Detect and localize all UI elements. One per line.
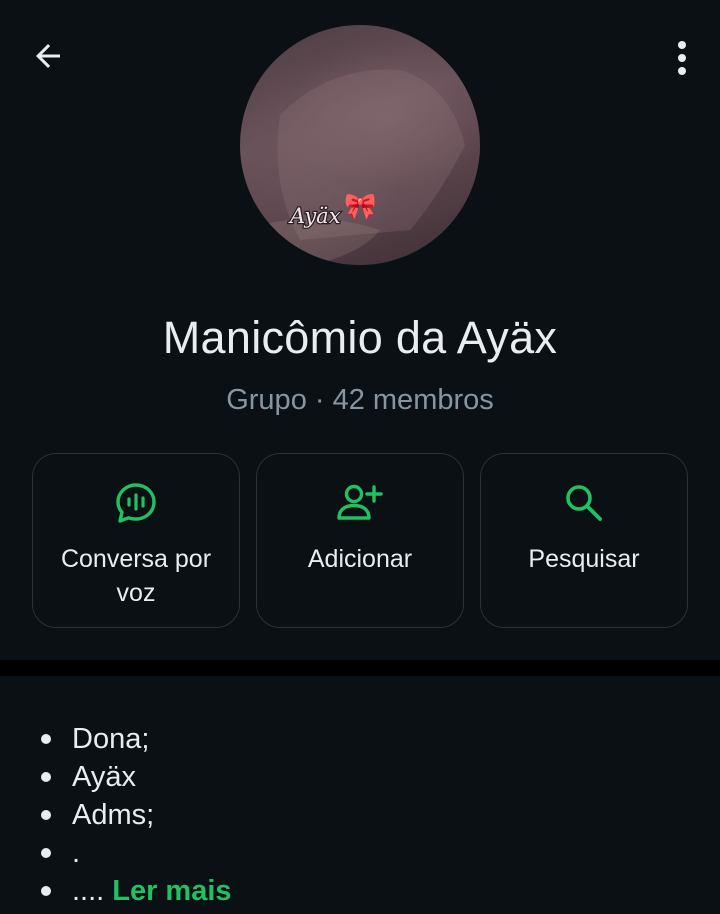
description-line: . (34, 834, 694, 872)
description-text: Dona; (72, 722, 150, 755)
add-participant-button[interactable]: Adicionar (256, 453, 464, 628)
voice-chat-icon (116, 483, 156, 523)
search-button[interactable]: Pesquisar (480, 453, 688, 628)
group-avatar[interactable]: Ayäx 🎀 (240, 25, 480, 265)
description-line: Ayäx (34, 758, 694, 796)
bullet-icon (41, 810, 51, 820)
description-line: Dona; (34, 720, 694, 758)
search-label: Pesquisar (528, 545, 640, 573)
back-button[interactable] (22, 30, 74, 82)
avatar-overlay-text: Ayäx (288, 204, 341, 228)
more-vertical-icon (678, 41, 686, 75)
action-buttons: Conversa por voz Adicionar Pesquisar (32, 453, 688, 628)
group-description[interactable]: Dona; Ayäx Adms; . .... Ler mais (34, 720, 694, 910)
bullet-icon (41, 734, 51, 744)
group-info-screen: Ayäx 🎀 Manicômio da Ayäx Grupo · 42 memb… (0, 0, 720, 914)
description-line: Adms; (34, 796, 694, 834)
avatar-image: Ayäx 🎀 (260, 69, 465, 265)
bullet-icon (41, 886, 51, 896)
bullet-icon (41, 772, 51, 782)
voice-chat-button[interactable]: Conversa por voz (32, 453, 240, 628)
description-text: Adms; (72, 798, 155, 831)
group-name: Manicômio da Ayäx (162, 312, 558, 363)
description-text: Ayäx (72, 760, 136, 793)
read-more-link[interactable]: Ler mais (112, 875, 231, 908)
add-participant-label: Adicionar (307, 545, 413, 573)
more-options-button[interactable] (662, 30, 702, 86)
description-text: .... (72, 874, 105, 907)
bow-emoji: 🎀 (344, 192, 376, 222)
add-person-icon (337, 484, 383, 520)
group-subtitle[interactable]: Grupo · 42 membros (0, 384, 720, 417)
search-icon (566, 485, 602, 521)
description-line: .... Ler mais (34, 872, 694, 910)
bullet-icon (41, 848, 51, 858)
description-text: . (72, 836, 81, 869)
voice-chat-label: Conversa por voz (60, 545, 212, 607)
arrow-left-icon (36, 44, 60, 68)
section-divider (0, 660, 720, 676)
